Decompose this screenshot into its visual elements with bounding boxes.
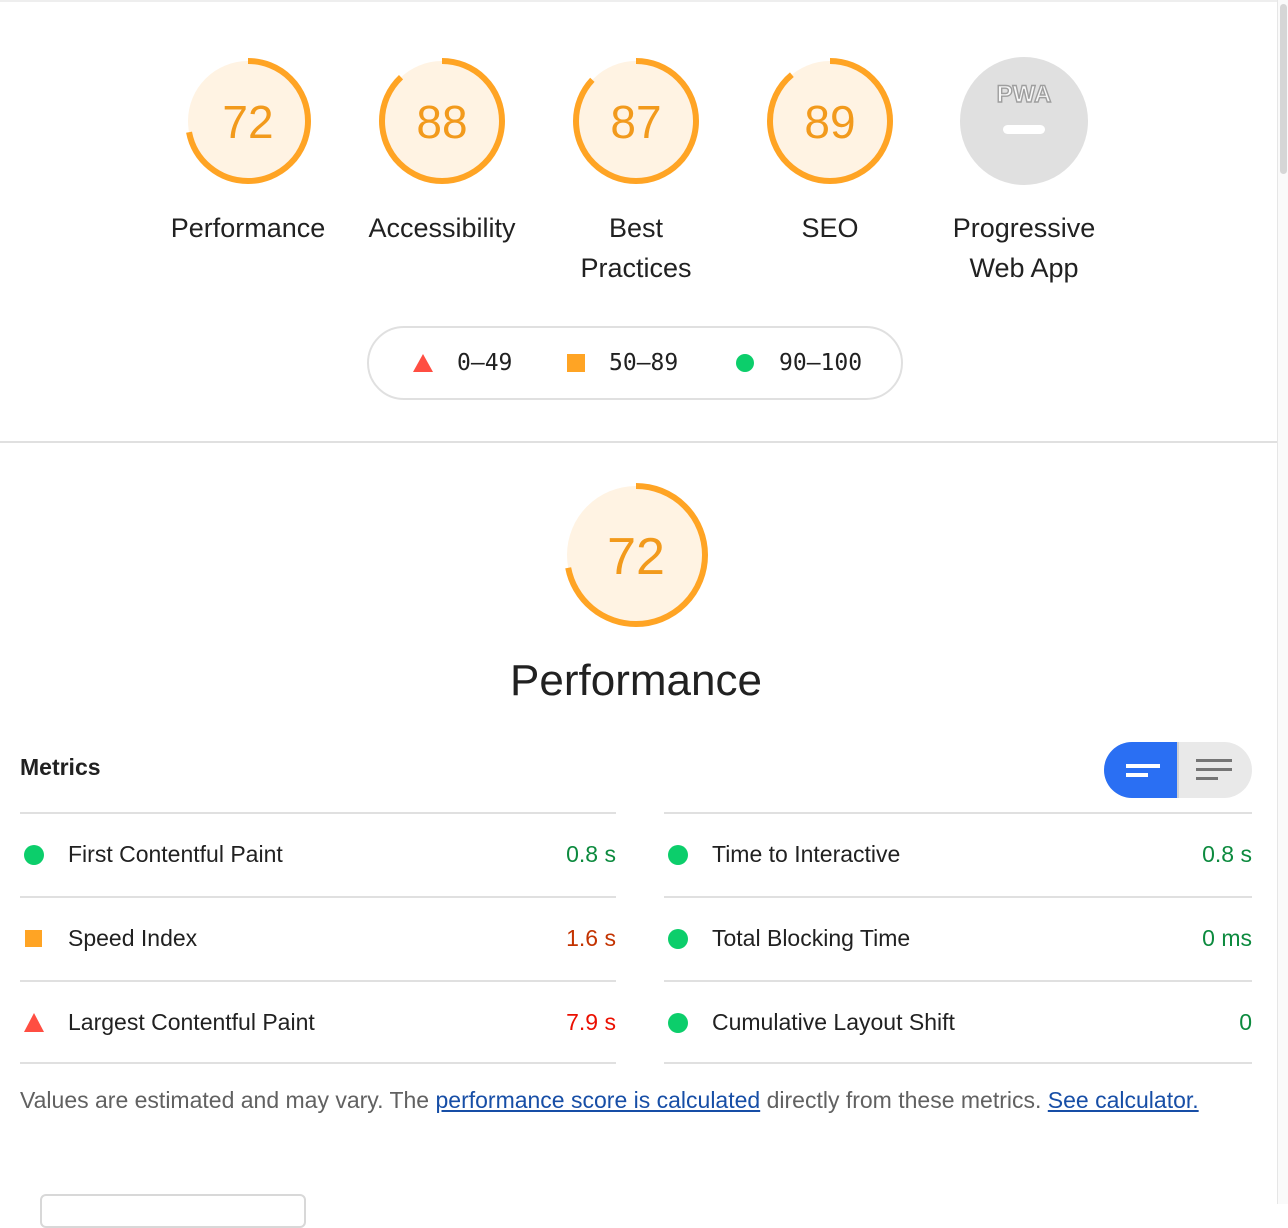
metric-row: Speed Index 1.6 s (20, 896, 616, 980)
gauge-ring: 87 (573, 58, 699, 184)
expanded-view-button[interactable] (1178, 742, 1252, 798)
triangle-icon (413, 354, 433, 372)
fail-triangle-icon (24, 1013, 44, 1032)
pwa-icon: PWA (960, 57, 1088, 185)
metric-row: Time to Interactive 0.8 s (664, 812, 1252, 896)
collapsed-lines-icon (1126, 764, 1160, 777)
gauge-ring: 72 (185, 58, 311, 184)
pass-circle-icon (24, 845, 44, 865)
metric-value: 0 ms (1202, 925, 1252, 951)
pass-circle-icon (668, 1013, 688, 1033)
metric-name: Cumulative Layout Shift (712, 1009, 955, 1035)
gauge-seo[interactable]: 89 SEO (745, 56, 915, 248)
legend-pass: 90–100 (735, 328, 862, 398)
circle-icon (736, 354, 754, 372)
average-square-icon (25, 930, 42, 947)
metrics-note: Values are estimated and may vary. The p… (20, 1080, 1220, 1120)
gauge-score: 72 (222, 96, 273, 148)
gauge-score: 88 (416, 96, 467, 148)
legend-fail: 0–49 (413, 328, 512, 398)
note-middle: directly from these metrics. (760, 1087, 1048, 1113)
gauge-ring: 89 (767, 58, 893, 184)
gauge-label: SEO (801, 213, 859, 243)
metric-row: First Contentful Paint 0.8 s (20, 812, 616, 896)
expanded-lines-icon (1196, 759, 1232, 780)
gauge-ring: 88 (379, 58, 505, 184)
legend-fail-range: 0–49 (457, 350, 513, 376)
note-prefix: Values are estimated and may vary. The (20, 1087, 436, 1113)
metrics-left-column: First Contentful Paint 0.8 s Speed Index… (20, 812, 616, 1064)
gauge-best-practices[interactable]: 87 Best Practices (551, 56, 721, 288)
metric-value: 1.6 s (566, 925, 616, 951)
gauge-pwa[interactable]: PWA Progressive Web App (939, 56, 1109, 288)
metric-name: Largest Contentful Paint (68, 1009, 315, 1035)
gauge-label: Progressive Web App (952, 213, 1096, 283)
metric-name: Total Blocking Time (712, 925, 911, 951)
pass-circle-icon (668, 929, 688, 949)
metric-value: 7.9 s (566, 1009, 616, 1035)
partial-button[interactable] (40, 1194, 306, 1228)
score-legend: 0–49 50–89 90–100 (367, 326, 903, 400)
performance-gauge: 72 (564, 483, 708, 627)
summary-view-button[interactable] (1104, 742, 1178, 798)
performance-title: Performance (510, 656, 762, 705)
gauge-accessibility[interactable]: 88 Accessibility (357, 56, 527, 248)
metric-value: 0 (1239, 1009, 1252, 1035)
gauge-label: Best Practices (580, 213, 692, 283)
metric-row: Total Blocking Time 0 ms (664, 896, 1252, 980)
gauge-score: 89 (804, 96, 855, 148)
section-divider (0, 441, 1278, 443)
legend-average: 50–89 (567, 328, 678, 398)
metric-row: Cumulative Layout Shift 0 (664, 980, 1252, 1064)
gauge-score: 87 (610, 96, 661, 148)
metric-row: Largest Contentful Paint 7.9 s (20, 980, 616, 1064)
metric-value: 0.8 s (1202, 841, 1252, 867)
metrics-right-column: Time to Interactive 0.8 s Total Blocking… (664, 812, 1252, 1064)
gauge-label: Accessibility (368, 213, 516, 243)
gauge-performance[interactable]: 72 Performance (163, 56, 333, 248)
scrollbar[interactable] (1277, 0, 1288, 1204)
score-calculation-link[interactable]: performance score is calculated (435, 1087, 760, 1113)
metric-name: Speed Index (68, 925, 198, 951)
pwa-badge: PWA (997, 81, 1052, 108)
calculator-link[interactable]: See calculator. (1048, 1087, 1199, 1113)
metric-value: 0.8 s (566, 841, 616, 867)
gauge-label: Performance (170, 213, 326, 243)
performance-score: 72 (607, 528, 665, 586)
legend-pass-range: 90–100 (779, 350, 863, 376)
metric-name: First Contentful Paint (68, 841, 283, 867)
scrollbar-thumb[interactable] (1280, 4, 1287, 174)
top-edge (0, 0, 1278, 2)
metric-name: Time to Interactive (712, 841, 901, 867)
legend-average-range: 50–89 (609, 350, 679, 376)
metrics-title: Metrics (20, 754, 101, 780)
metrics-view-toggle (1104, 742, 1252, 798)
square-icon (567, 354, 585, 372)
pass-circle-icon (668, 845, 688, 865)
